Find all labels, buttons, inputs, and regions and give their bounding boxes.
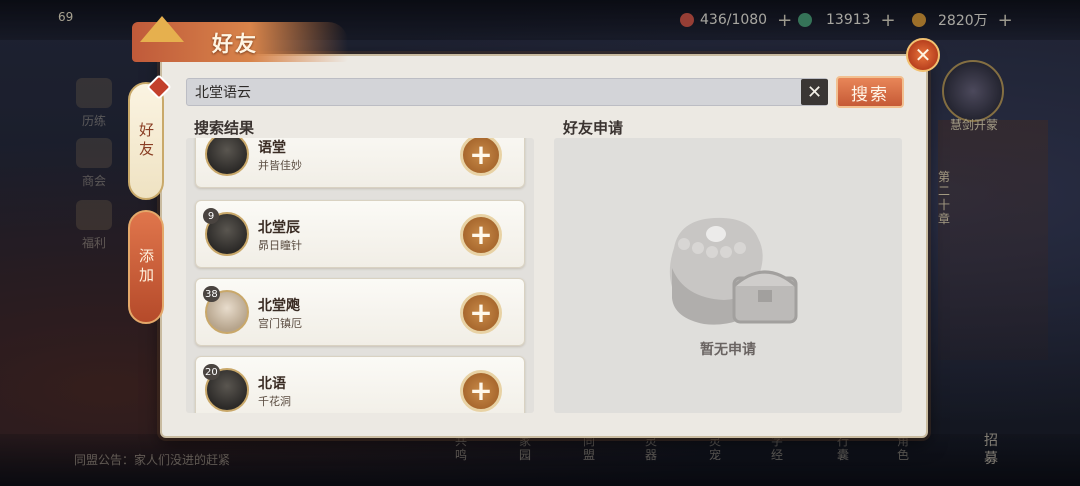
player-name: 北语 [258,376,286,392]
list-item[interactable]: 38 北堂飑 宫门镇厄 + [195,278,525,346]
list-item[interactable]: 9 北堂辰 昴日瞳针 + [195,200,525,268]
requests-panel: 暂无申请 [554,138,902,413]
player-name: 北堂飑 [258,298,300,314]
empty-mascot-icon [669,217,798,325]
level-badge: 38 [203,286,220,302]
plus-icon: + [469,138,493,171]
tab-add[interactable]: 添加 [128,210,164,324]
close-button[interactable]: ✕ [906,38,940,72]
tab-label: 好友 [137,122,155,160]
avatar [205,138,249,176]
level-badge: 9 [203,208,219,224]
player-name: 北堂辰 [258,220,300,236]
results-list[interactable]: 语堂 并皆佳妙 + 9 北堂辰 昴日瞳针 + 38 北堂飑 宫门镇厄 + 20 … [186,138,534,413]
tab-friends[interactable]: 好友 [128,82,164,200]
close-icon: ✕ [914,43,932,67]
clear-search-button[interactable]: ✕ [801,79,828,105]
player-sect: 宫门镇厄 [258,317,302,330]
dialog-title: 好友 [212,31,258,56]
player-name: 语堂 [258,140,286,156]
player-sect: 并皆佳妙 [258,159,302,172]
results-heading: 搜索结果 [194,119,255,137]
add-friend-button[interactable]: + [460,292,502,334]
requests-heading: 好友申请 [563,119,624,137]
list-item[interactable]: 20 北语 千花洞 + [195,356,525,413]
add-friend-button[interactable]: + [460,214,502,256]
add-friend-button[interactable]: + [460,138,502,176]
close-icon: ✕ [806,81,823,103]
level-badge: 20 [203,364,220,380]
plus-icon: + [469,374,493,407]
plus-icon: + [469,296,493,329]
add-friend-button[interactable]: + [460,370,502,412]
search-input[interactable] [186,78,828,106]
player-sect: 昴日瞳针 [258,239,302,252]
search-button[interactable]: 搜索 [836,76,904,108]
plus-icon: + [469,218,493,251]
list-item[interactable]: 语堂 并皆佳妙 + [195,138,525,188]
mountain-icon [140,16,184,42]
tab-label: 添加 [137,248,155,286]
empty-requests-text: 暂无申请 [700,342,756,358]
player-sect: 千花洞 [258,395,291,408]
